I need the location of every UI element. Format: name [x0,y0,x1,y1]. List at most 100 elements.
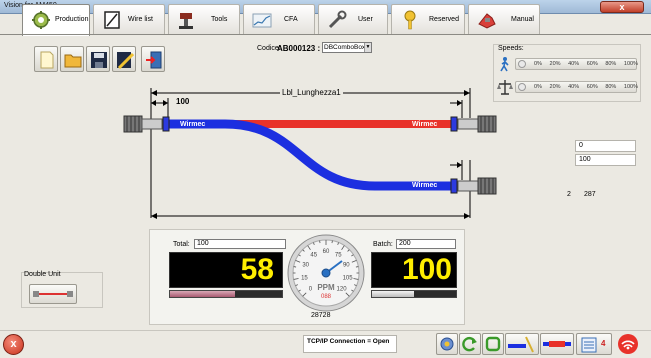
batch-display-value: 100 [401,253,452,286]
right-value-box-2[interactable]: 100 [575,154,636,166]
double-unit-button[interactable] [29,284,77,304]
edit-button[interactable] [112,46,136,72]
tab-wire-list[interactable]: Wire list [93,4,165,34]
tab-cfa[interactable]: CFA [243,4,315,34]
tab-production[interactable]: Production [22,4,90,36]
tick-label: 20% [549,61,561,67]
tab-manual[interactable]: Manual [468,4,540,34]
wire-label-bottom-right: Wirmec [412,182,438,189]
total-input[interactable]: 100 [194,239,286,249]
batch-display: 100 [371,252,457,288]
wrench-icon [328,10,347,29]
save-icon [91,52,107,68]
right-value-box-1[interactable]: 0 [575,140,636,152]
dimension-arrow [464,90,470,96]
tab-tools[interactable]: Tools [168,4,240,34]
wire-label-top-right: Wirmec [412,121,438,128]
gauge-tick-label: 120 [337,287,348,293]
tab-user[interactable]: User [318,4,388,34]
exit-door-button[interactable] [141,46,165,72]
tick-label: 60% [586,84,598,90]
dimension-arrow [151,100,156,106]
slider-thumb[interactable] [518,83,526,91]
batch-input[interactable]: 200 [396,239,456,249]
double-wire-icon [33,291,73,297]
codice-dropdown-value: DBComboBoxE [324,44,370,51]
batch-label: Batch: [373,241,393,248]
tick-label: 20% [549,84,561,90]
total-progress-bar [169,290,283,298]
right-value-a: 2 [567,191,571,198]
reset-icon [485,336,501,352]
walking-person-icon [500,57,509,72]
codice-dropdown[interactable]: DBComboBoxE ▼ [322,42,372,53]
wire-cut-icon [508,336,534,353]
batch-count-badge: 4 [601,339,606,348]
save-button[interactable] [86,46,110,72]
gear-icon [32,11,50,29]
codice-value: AB000123 : [277,44,321,53]
slider-thumb[interactable] [518,60,526,68]
dimension-arrow [464,213,470,219]
tick-label: 0% [534,61,542,67]
settings-gear-button[interactable] [436,333,458,355]
open-folder-button[interactable] [60,46,84,72]
tick-label: 100% [623,84,638,90]
reset-button[interactable] [482,333,504,355]
dimension-arrow [151,90,157,96]
tick-label: 60% [586,61,598,67]
dimension-arrow [163,100,168,106]
dimension-arrow [457,100,462,106]
tab-reserved-label: Reserved [429,16,459,23]
gauge-tick-label: 30 [302,263,309,269]
connection-status: TCP/IP Connection = Open [303,335,397,353]
tick-label: 100% [623,61,638,67]
notebook-icon [104,11,120,29]
batch-progress-fill [372,291,414,297]
chevron-down-icon[interactable]: ▼ [364,43,371,52]
tick-label: 40% [568,61,580,67]
edit-icon [117,52,134,69]
gauge-tick-label: 60 [323,249,330,255]
batch-count-button[interactable]: 4 [576,333,612,355]
gauge-tick-label: 45 [310,253,317,259]
right-terminal-top [450,115,497,133]
signal-button[interactable] [617,333,639,355]
tab-wire-list-label: Wire list [128,16,153,23]
wire-cut-button[interactable] [505,333,539,355]
crimp-tool-icon [179,13,193,29]
window-close-button[interactable]: x [600,1,644,13]
refresh-button[interactable] [459,333,481,355]
total-progress-fill [170,291,235,297]
gauge-digital-readout: 088 [321,294,332,300]
new-file-button[interactable] [34,46,58,72]
ppm-total-value: 28728 [311,312,331,319]
speed-ticks: 0% 20% 40% 60% 80% 100% [534,61,638,67]
wireless-signal-icon [618,334,638,354]
tab-user-label: User [358,16,373,23]
key-icon [404,10,416,30]
wire-strip-icon [543,341,571,347]
gear-settings-icon [440,337,454,351]
hand-icon [478,13,496,29]
exit-button[interactable]: x [3,334,24,355]
speed-slider-walk[interactable]: 0% 20% 40% 60% 80% 100% [515,58,638,70]
gauge-tick-label: 75 [335,253,342,259]
strip-length-label: 100 [176,97,190,106]
speeds-label: Speeds: [498,45,524,52]
right-value-b: 287 [584,191,596,198]
tick-label: 0% [534,84,542,90]
gauge-tick-label: 15 [301,275,308,281]
speed-ticks: 0% 20% 40% 60% 80% 100% [534,84,638,90]
speed-row-walk: 0% 20% 40% 60% 80% 100% [497,56,639,72]
wire-strip-button[interactable] [540,333,574,355]
gauge-tick-label: 105 [343,275,354,281]
open-folder-icon [64,54,82,68]
exit-door-icon [146,51,162,69]
tab-reserved[interactable]: Reserved [391,4,465,34]
speed-slider-scale[interactable]: 0% 20% 40% 60% 80% 100% [515,81,638,93]
gauge-unit-label: PPM [317,283,335,292]
dimension-arrow [151,213,157,219]
left-terminal [123,115,170,133]
blue-wire [168,119,456,191]
